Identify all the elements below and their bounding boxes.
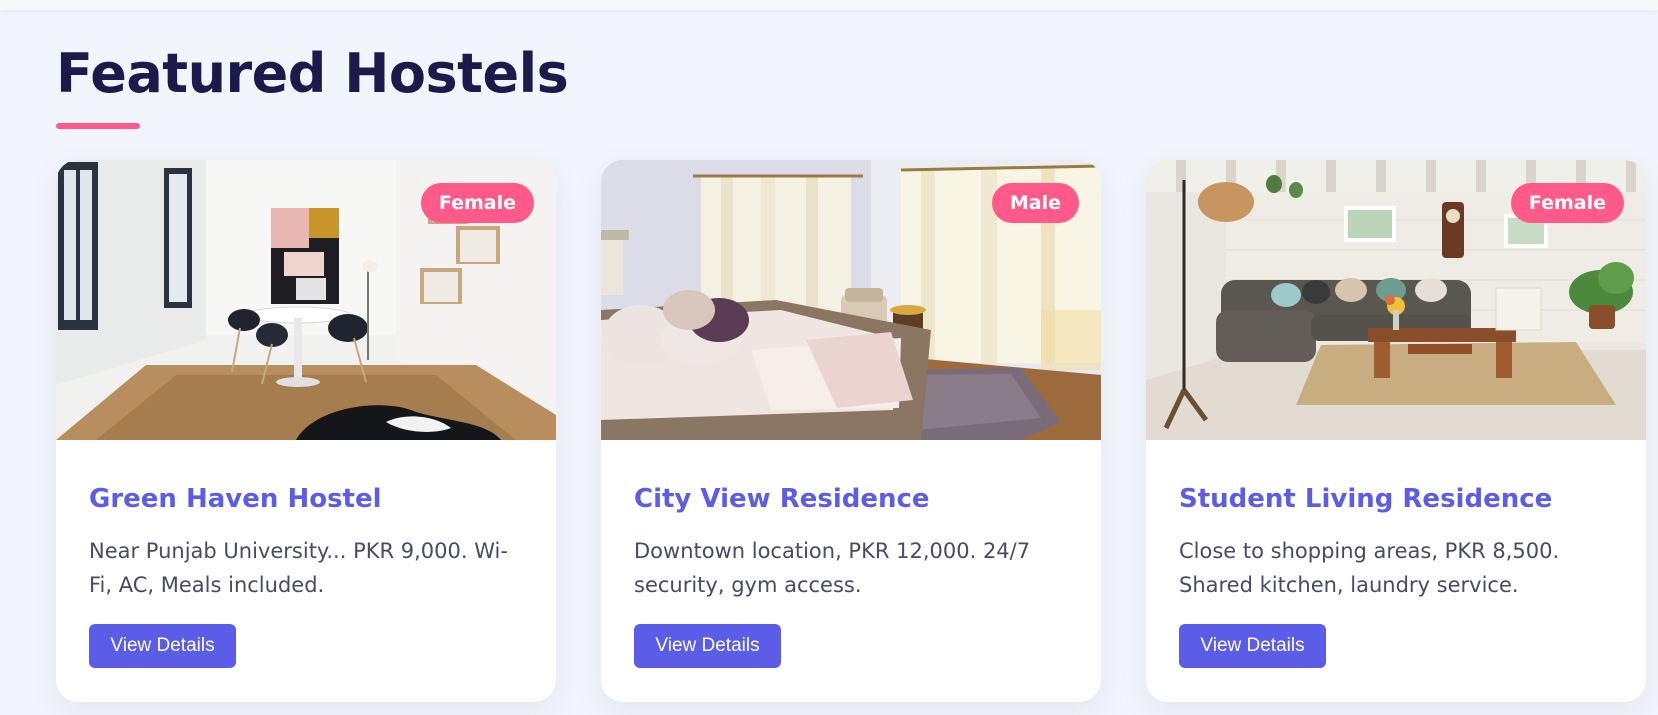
title-underline [56, 123, 140, 129]
hostel-name[interactable]: Student Living Residence [1179, 482, 1552, 516]
gender-badge: Female [1510, 183, 1624, 223]
hostel-description: Near Punjab University... PKR 9,000. Wi-… [89, 539, 508, 597]
section-title: Featured Hostels [56, 42, 569, 105]
hostel-card: Female Green Haven Hostel Near Punjab Un… [56, 160, 556, 702]
top-navbar-edge [0, 0, 1658, 10]
hostel-name[interactable]: Green Haven Hostel [89, 482, 382, 516]
hostel-card: Male City View Residence Downtown locati… [601, 160, 1101, 702]
hostel-card: Female Student Living Residence Close to… [1146, 160, 1646, 702]
hostel-description: Close to shopping areas, PKR 8,500. Shar… [1179, 539, 1560, 597]
hostel-description: Downtown location, PKR 12,000. 24/7 secu… [634, 539, 1031, 597]
gender-badge: Female [420, 183, 534, 223]
hostel-name[interactable]: City View Residence [634, 482, 930, 516]
view-details-button[interactable]: View Details [634, 624, 781, 668]
gender-badge: Male [991, 183, 1079, 223]
view-details-button[interactable]: View Details [1179, 624, 1326, 668]
view-details-button[interactable]: View Details [89, 624, 236, 668]
